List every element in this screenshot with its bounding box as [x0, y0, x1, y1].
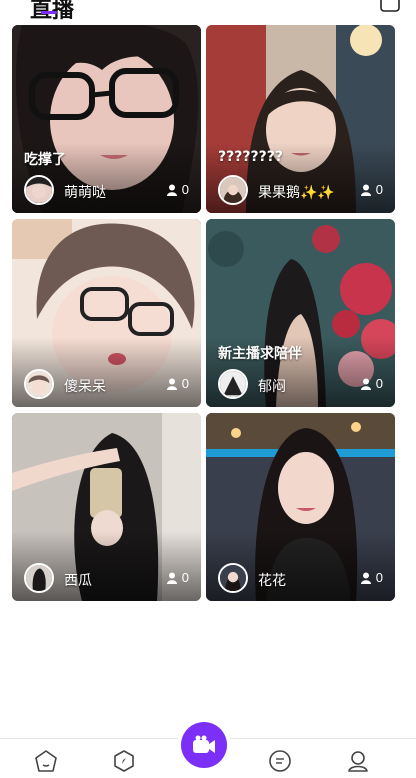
avatar: [24, 369, 54, 399]
live-room-grid: 吃撑了 萌萌哒 0 ???????? 果果鹅✨✨ 0 傻呆呆 0 新主播求陪伴 …: [12, 25, 395, 601]
avatar: [24, 563, 54, 593]
person-icon: [360, 184, 371, 196]
person-icon: [360, 378, 371, 390]
viewer-count: 0: [166, 570, 189, 585]
profile-icon[interactable]: [346, 749, 370, 773]
live-room-card[interactable]: 吃撑了 萌萌哒 0: [12, 25, 201, 213]
live-room-card[interactable]: ???????? 果果鹅✨✨ 0: [206, 25, 395, 213]
viewer-count-value: 0: [181, 570, 189, 585]
person-icon: [166, 378, 177, 390]
viewer-count-value: 0: [375, 376, 383, 391]
person-icon: [166, 572, 177, 584]
tab-active-indicator: [41, 11, 57, 14]
compass-icon[interactable]: [112, 749, 136, 773]
streamer-name: 花花: [258, 573, 286, 589]
person-icon: [360, 572, 371, 584]
stream-title: 新主播求陪伴: [218, 346, 302, 362]
viewer-count: 0: [360, 182, 383, 197]
live-room-card[interactable]: 新主播求陪伴 郁闷 0: [206, 219, 395, 407]
viewer-count: 0: [360, 376, 383, 391]
viewer-count: 0: [166, 376, 189, 391]
viewer-count-value: 0: [181, 376, 189, 391]
streamer-name: 萌萌哒: [64, 185, 106, 201]
avatar: [218, 563, 248, 593]
avatar: [218, 369, 248, 399]
stream-title: ????????: [218, 149, 283, 165]
streamer-name: 西瓜: [64, 573, 92, 589]
viewer-count: 0: [360, 570, 383, 585]
avatar: [24, 175, 54, 205]
streamer-name: 果果鹅✨✨: [258, 185, 335, 201]
live-room-card[interactable]: 花花 0: [206, 413, 395, 601]
person-icon: [166, 184, 177, 196]
go-live-button[interactable]: [181, 722, 227, 768]
avatar: [218, 175, 248, 205]
camera-icon[interactable]: [380, 0, 400, 12]
viewer-count-value: 0: [375, 570, 383, 585]
message-icon[interactable]: [268, 749, 292, 773]
streamer-name: 傻呆呆: [64, 379, 106, 395]
live-room-card[interactable]: 傻呆呆 0: [12, 219, 201, 407]
viewer-count: 0: [166, 182, 189, 197]
streamer-name: 郁闷: [258, 379, 286, 395]
live-room-card[interactable]: 西瓜 0: [12, 413, 201, 601]
viewer-count-value: 0: [375, 182, 383, 197]
home-icon[interactable]: [34, 749, 58, 773]
stream-title: 吃撑了: [24, 152, 66, 168]
live-camera-icon: [193, 735, 215, 753]
app-header: 直播: [0, 0, 416, 23]
viewer-count-value: 0: [181, 182, 189, 197]
